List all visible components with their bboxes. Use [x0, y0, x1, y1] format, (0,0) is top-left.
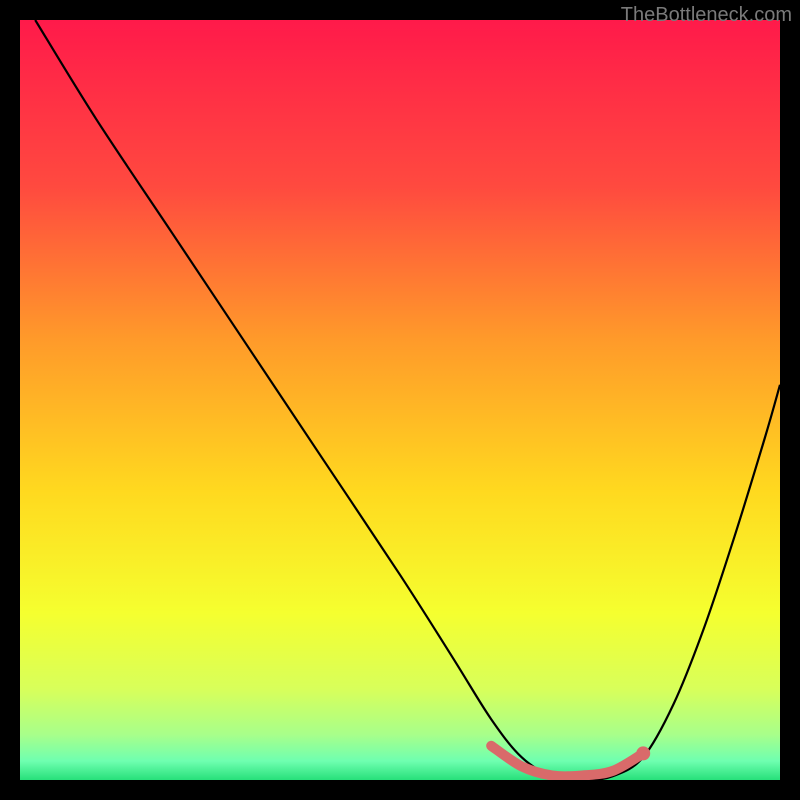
- highlight-point: [636, 746, 650, 760]
- bottleneck-curve: [35, 20, 780, 780]
- curve-overlay: [20, 20, 780, 780]
- watermark-text: TheBottleneck.com: [621, 4, 792, 27]
- chart-plot-area: [20, 20, 780, 780]
